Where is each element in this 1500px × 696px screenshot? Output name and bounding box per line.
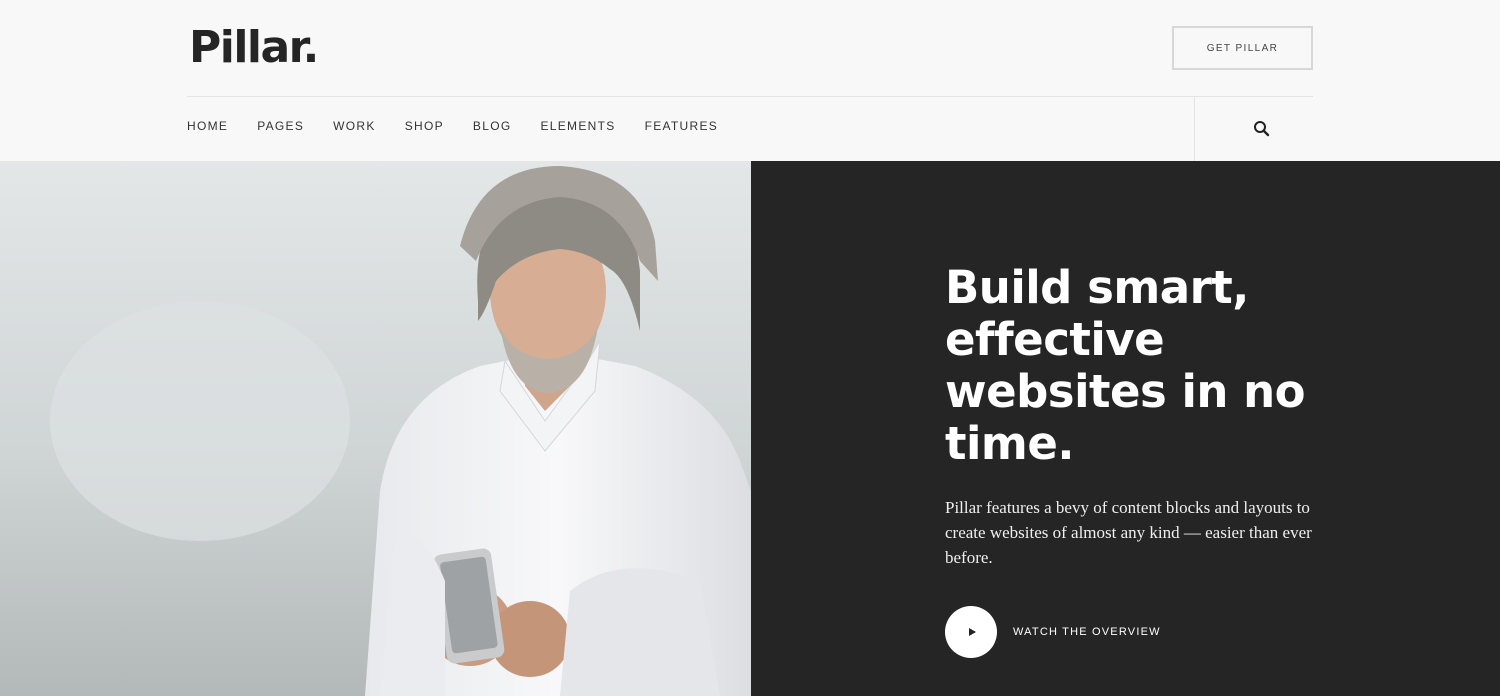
nav-item-blog[interactable]: BLOG: [473, 119, 512, 133]
get-pillar-button[interactable]: GET PILLAR: [1172, 26, 1313, 70]
hero-headline: Build smart, effective websites in no ti…: [945, 261, 1306, 470]
logo[interactable]: Pillar.: [189, 22, 319, 73]
main-nav: HOME PAGES WORK SHOP BLOG ELEMENTS FEATU…: [187, 119, 747, 133]
hero-photo: [0, 161, 751, 696]
nav-item-shop[interactable]: SHOP: [405, 119, 444, 133]
play-button[interactable]: [945, 606, 997, 658]
nav-item-work[interactable]: WORK: [333, 119, 376, 133]
site-header: Pillar. GET PILLAR HOME PAGES WORK SHOP …: [0, 0, 1500, 161]
header-divider: [187, 96, 1313, 97]
watch-overview-link[interactable]: WATCH THE OVERVIEW: [1013, 626, 1161, 638]
nav-item-elements[interactable]: ELEMENTS: [540, 119, 615, 133]
nav-item-pages[interactable]: PAGES: [257, 119, 304, 133]
hero-lede: Pillar features a bevy of content blocks…: [945, 498, 1312, 567]
nav-item-home[interactable]: HOME: [187, 119, 228, 133]
nav-item-features[interactable]: FEATURES: [645, 119, 719, 133]
search-icon[interactable]: [1253, 120, 1271, 138]
nav-divider: [1194, 97, 1195, 161]
play-icon: [968, 628, 976, 636]
